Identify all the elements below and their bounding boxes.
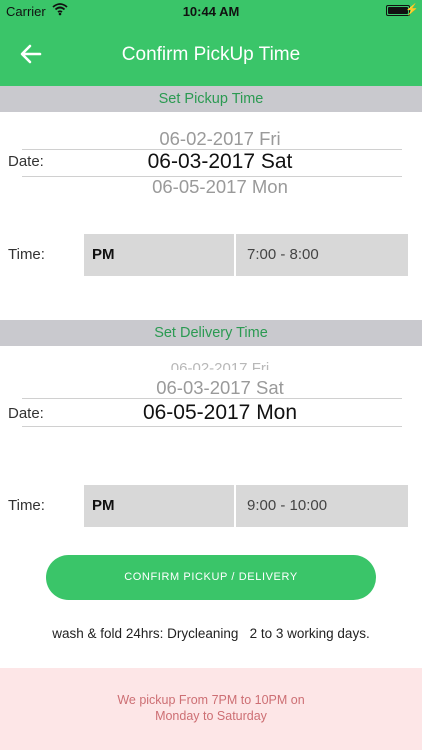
delivery-section-header: Set Delivery Time [0,320,422,346]
delivery-date-selected[interactable]: 06-05-2017 Mon [100,401,340,425]
pickup-time-slot-select[interactable]: 7:00 - 8:00 [236,234,408,276]
status-time: 10:44 AM [182,4,240,19]
pickup-section-header: Set Pickup Time [0,86,422,112]
delivery-date-label: Date: [8,405,44,422]
pickup-hours-notice: We pickup From 7PM to 10PM on Monday to … [0,668,422,750]
pickup-date-label: Date: [8,153,44,170]
pickup-ampm-select[interactable]: PM [84,234,234,276]
pickup-date-option-next[interactable]: 06-05-2017 Mon [100,176,340,198]
notice-line-2: Monday to Saturday [155,709,267,723]
nav-bar: Confirm PickUp Time [0,22,422,86]
delivery-date-option-prev2[interactable]: 06-02-2017 Fri [100,360,340,370]
pickup-time-label: Time: [8,246,45,263]
delivery-ampm-select[interactable]: PM [84,485,234,527]
pickup-date-option-prev[interactable]: 06-02-2017 Fri [100,128,340,150]
status-bar: Carrier 10:44 AM ⚡ [0,0,422,22]
notice-line-1: We pickup From 7PM to 10PM on [117,693,305,707]
delivery-date-option-prev[interactable]: 06-03-2017 Sat [100,377,340,399]
delivery-time-slot-select[interactable]: 9:00 - 10:00 [236,485,408,527]
page-title: Confirm PickUp Time [121,44,301,65]
charging-icon: ⚡ [405,4,419,16]
confirm-pickup-delivery-button[interactable]: CONFIRM PICKUP / DELIVERY [46,555,376,600]
service-duration-info: wash & fold 24hrs: Drycleaning 2 to 3 wo… [52,626,370,641]
delivery-time-label: Time: [8,497,45,514]
pickup-date-picker[interactable]: 06-02-2017 Fri 06-03-2017 Sat 06-05-2017… [0,112,422,212]
pickup-date-selected[interactable]: 06-03-2017 Sat [100,150,340,174]
delivery-date-picker[interactable]: 06-02-2017 Fri 06-03-2017 Sat 06-05-2017… [0,346,422,436]
